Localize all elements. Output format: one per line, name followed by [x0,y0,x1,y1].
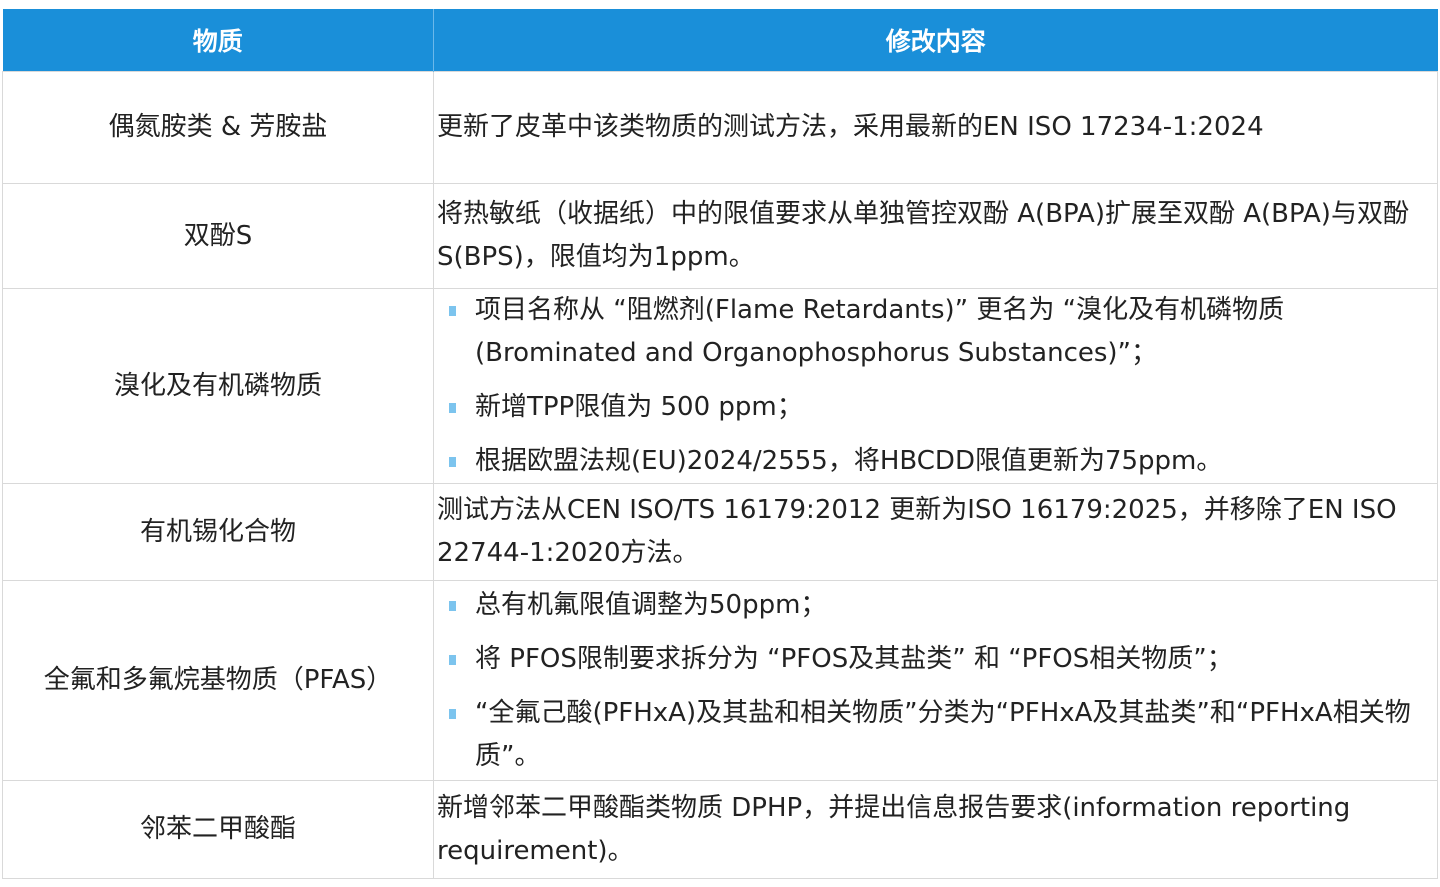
table-header-row: 物质 修改内容 [2,9,1438,72]
change-cell: 项目名称从 “阻燃剂(Flame Retardants)” 更名为 “溴化及有机… [433,288,1438,484]
header-changes: 修改内容 [433,9,1438,72]
list-item: 新增TPP限值为 500 ppm； [437,386,1433,429]
substance-cell: 偶氮胺类 & 芳胺盐 [2,71,434,184]
bullet-icon [449,708,456,719]
substance-changes-table: 物质 修改内容 偶氮胺类 & 芳胺盐 更新了皮革中该类物质的测试方法，采用最新的… [2,9,1438,879]
table-row: 偶氮胺类 & 芳胺盐 更新了皮革中该类物质的测试方法，采用最新的EN ISO 1… [2,71,1438,184]
list-item: 将 PFOS限制要求拆分为 “PFOS及其盐类” 和 “PFOS相关物质”； [437,638,1433,681]
list-item-text: “全氟己酸(PFHxA)及其盐和相关物质”分类为“PFHxA及其盐类”和“PFH… [475,697,1411,771]
list-item: “全氟己酸(PFHxA)及其盐和相关物质”分类为“PFHxA及其盐类”和“PFH… [437,692,1433,778]
change-list: 总有机氟限值调整为50ppm； 将 PFOS限制要求拆分为 “PFOS及其盐类”… [437,584,1433,778]
list-item: 项目名称从 “阻燃剂(Flame Retardants)” 更名为 “溴化及有机… [437,289,1433,375]
substance-cell: 邻苯二甲酸酯 [2,780,434,879]
table-row: 邻苯二甲酸酯 新增邻苯二甲酸酯类物质 DPHP，并提出信息报告要求(inform… [2,780,1438,879]
substance-cell: 双酚S [2,183,434,289]
list-item-text: 新增TPP限值为 500 ppm； [475,392,803,422]
list-item-text: 项目名称从 “阻燃剂(Flame Retardants)” 更名为 “溴化及有机… [475,295,1285,368]
list-item-text: 总有机氟限值调整为50ppm； [475,589,827,620]
list-item-text: 将 PFOS限制要求拆分为 “PFOS及其盐类” 和 “PFOS相关物质”； [475,643,1233,674]
header-substance: 物质 [2,9,434,72]
bullet-icon [449,306,456,316]
list-item-text: 根据欧盟法规(EU)2024/2555，将HBCDD限值更新为75ppm。 [475,446,1223,476]
change-cell: 总有机氟限值调整为50ppm； 将 PFOS限制要求拆分为 “PFOS及其盐类”… [433,580,1438,781]
change-cell: 将热敏纸（收据纸）中的限值要求从单独管控双酚 A(BPA)扩展至双酚 A(BPA… [433,183,1438,289]
substance-cell: 有机锡化合物 [2,483,434,581]
table-row: 溴化及有机磷物质 项目名称从 “阻燃剂(Flame Retardants)” 更… [2,288,1438,484]
change-cell: 测试方法从CEN ISO/TS 16179:2012 更新为ISO 16179:… [433,483,1438,581]
bullet-icon [449,654,456,665]
change-list: 项目名称从 “阻燃剂(Flame Retardants)” 更名为 “溴化及有机… [437,289,1433,483]
table-row: 全氟和多氟烷基物质（PFAS） 总有机氟限值调整为50ppm； 将 PFOS限制… [2,580,1438,781]
substance-cell: 溴化及有机磷物质 [2,288,434,484]
bullet-icon [449,457,456,467]
list-item: 根据欧盟法规(EU)2024/2555，将HBCDD限值更新为75ppm。 [437,440,1433,483]
table-row: 双酚S 将热敏纸（收据纸）中的限值要求从单独管控双酚 A(BPA)扩展至双酚 A… [2,183,1438,289]
list-item: 总有机氟限值调整为50ppm； [437,584,1433,627]
change-cell: 新增邻苯二甲酸酯类物质 DPHP，并提出信息报告要求(information r… [433,780,1438,879]
substance-cell: 全氟和多氟烷基物质（PFAS） [2,580,434,781]
bullet-icon [449,600,456,611]
bullet-icon [449,403,456,413]
table-row: 有机锡化合物 测试方法从CEN ISO/TS 16179:2012 更新为ISO… [2,483,1438,581]
change-cell: 更新了皮革中该类物质的测试方法，采用最新的EN ISO 17234-1:2024 [433,71,1438,184]
